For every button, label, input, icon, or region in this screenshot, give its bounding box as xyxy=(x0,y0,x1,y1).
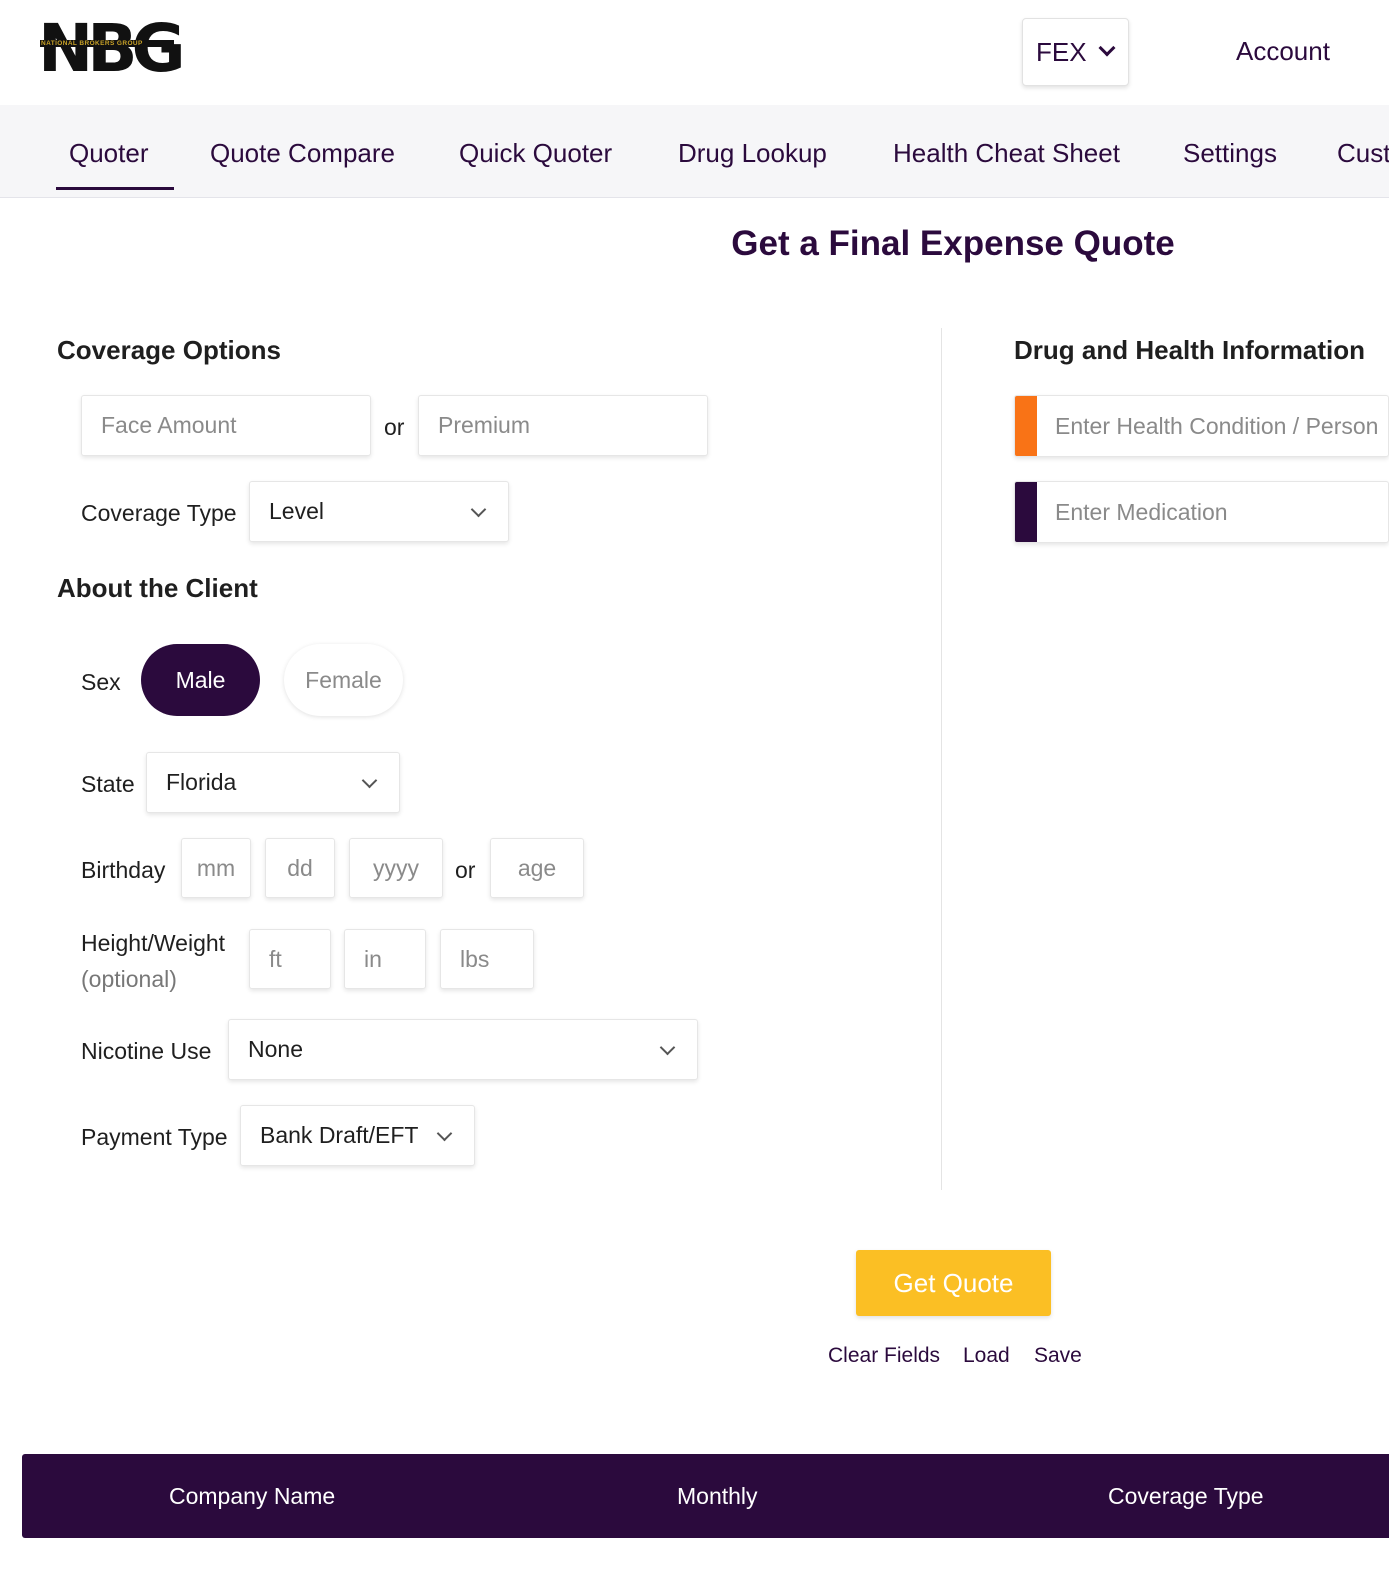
results-table-header: Company Name Monthly Coverage Type xyxy=(22,1454,1389,1538)
birth-year-input[interactable]: yyyy xyxy=(349,838,443,898)
or-text: or xyxy=(455,857,476,883)
chevron-down-icon xyxy=(659,1039,676,1056)
tab-health-cheat-sheet[interactable]: Health Cheat Sheet xyxy=(893,138,1120,169)
sex-male-button[interactable]: Male xyxy=(141,644,260,716)
medication-placeholder: Enter Medication xyxy=(1055,499,1228,525)
age-input[interactable]: age xyxy=(490,838,584,898)
get-quote-button[interactable]: Get Quote xyxy=(856,1250,1051,1316)
medication-input[interactable]: Enter Medication xyxy=(1014,481,1389,543)
or-text: or xyxy=(384,414,405,440)
logo-subtext: NATIONAL BROKERS GROUP xyxy=(40,40,174,47)
weight-lbs-input[interactable]: lbs xyxy=(440,929,534,989)
birthday-label: Birthday xyxy=(81,857,166,883)
medication-tag xyxy=(1015,482,1037,542)
face-amount-input[interactable]: Face Amount xyxy=(81,395,371,456)
height-weight-label: Height/Weight xyxy=(81,930,226,956)
tab-quote-compare[interactable]: Quote Compare xyxy=(210,138,395,169)
premium-input[interactable]: Premium xyxy=(418,395,708,456)
clear-fields-link[interactable]: Clear Fields xyxy=(828,1344,940,1368)
health-condition-input[interactable]: Enter Health Condition / Person xyxy=(1014,395,1389,457)
coverage-type-label: Coverage Type xyxy=(81,500,237,526)
active-tab-indicator xyxy=(56,187,174,190)
payment-type-select[interactable]: Bank Draft/EFT xyxy=(240,1105,475,1166)
coverage-type-value: Level xyxy=(269,498,324,524)
tab-cust[interactable]: Cust xyxy=(1337,138,1389,169)
coverage-type-select[interactable]: Level xyxy=(249,481,509,542)
state-select[interactable]: Florida xyxy=(146,752,400,813)
about-client-heading: About the Client xyxy=(57,573,258,603)
product-selector[interactable]: FEX xyxy=(1022,18,1129,86)
sex-label: Sex xyxy=(81,669,121,695)
logo-text: NBG xyxy=(38,10,186,87)
payment-type-value: Bank Draft/EFT xyxy=(260,1122,419,1148)
chevron-down-icon xyxy=(1098,39,1116,57)
nicotine-use-select[interactable]: None xyxy=(228,1019,698,1080)
nbg-logo[interactable]: NBG NATIONAL BROKERS GROUP xyxy=(38,10,186,87)
nicotine-use-value: None xyxy=(248,1036,303,1062)
chevron-down-icon xyxy=(470,501,487,518)
load-link[interactable]: Load xyxy=(963,1344,1010,1368)
column-divider xyxy=(941,328,942,1190)
optional-label: (optional) xyxy=(81,966,177,992)
nicotine-use-label: Nicotine Use xyxy=(81,1038,212,1064)
coverage-options-heading: Coverage Options xyxy=(57,335,281,365)
tab-quoter[interactable]: Quoter xyxy=(69,138,149,169)
page-title: Get a Final Expense Quote xyxy=(731,224,1175,263)
chevron-down-icon xyxy=(361,772,378,789)
sex-female-button[interactable]: Female xyxy=(284,644,403,716)
tab-settings[interactable]: Settings xyxy=(1183,138,1277,169)
birth-day-input[interactable]: dd xyxy=(265,838,335,898)
save-link[interactable]: Save xyxy=(1034,1344,1082,1368)
tab-quick-quoter[interactable]: Quick Quoter xyxy=(459,138,612,169)
health-condition-placeholder: Enter Health Condition / Person xyxy=(1055,413,1379,439)
column-header-coverage-type[interactable]: Coverage Type xyxy=(1108,1483,1264,1510)
column-header-monthly[interactable]: Monthly xyxy=(677,1483,758,1510)
condition-tag xyxy=(1015,396,1037,456)
height-inches-input[interactable]: in xyxy=(344,929,426,989)
product-selector-value: FEX xyxy=(1036,36,1087,67)
state-value: Florida xyxy=(166,769,237,795)
payment-type-label: Payment Type xyxy=(81,1124,228,1150)
height-feet-input[interactable]: ft xyxy=(249,929,331,989)
chevron-down-icon xyxy=(436,1125,453,1142)
birth-month-input[interactable]: mm xyxy=(181,838,251,898)
main-nav: Quoter Quote Compare Quick Quoter Drug L… xyxy=(0,105,1389,198)
tab-drug-lookup[interactable]: Drug Lookup xyxy=(678,138,827,169)
account-link[interactable]: Account xyxy=(1236,36,1330,67)
drug-health-heading: Drug and Health Information xyxy=(1014,335,1365,365)
top-bar: NBG NATIONAL BROKERS GROUP FEX Account xyxy=(0,0,1389,105)
column-header-company-name[interactable]: Company Name xyxy=(169,1483,335,1510)
state-label: State xyxy=(81,771,135,797)
